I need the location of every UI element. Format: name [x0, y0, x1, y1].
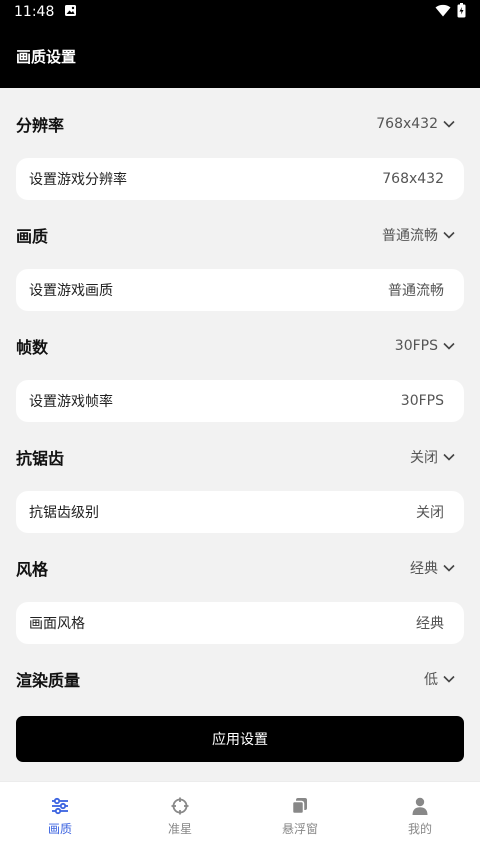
style-card-label: 画面风格	[29, 616, 85, 632]
crosshair-icon	[171, 797, 189, 815]
apply-settings-button[interactable]: 应用设置	[16, 716, 464, 762]
status-bar: 11:48	[0, 0, 480, 24]
image-notification-icon	[64, 4, 77, 21]
nav-item-crosshair[interactable]: 准星	[120, 782, 240, 853]
resolution-card-value: 768x432	[382, 171, 444, 187]
nav-label-crosshair: 准星	[167, 822, 192, 836]
framerate-dropdown[interactable]: 30FPS	[395, 338, 456, 354]
render-quality-value: 低	[424, 672, 438, 688]
resolution-dropdown[interactable]: 768x432	[376, 116, 456, 132]
render-quality-dropdown[interactable]: 低	[424, 669, 456, 689]
antialiasing-card-label: 抗锯齿级别	[29, 505, 99, 521]
antialiasing-title: 抗锯齿	[16, 449, 65, 468]
nav-item-mine[interactable]: 我的	[360, 782, 480, 853]
chevron-down-icon	[443, 453, 455, 461]
antialiasing-dropdown[interactable]: 关闭	[410, 447, 456, 467]
settings-content: 分辨率 768x432 设置游戏分辨率 768x432 画质 普通流畅 设置游戏…	[0, 88, 480, 781]
quality-title: 画质	[16, 227, 49, 246]
chevron-down-icon	[443, 120, 455, 128]
quality-card[interactable]: 设置游戏画质 普通流畅	[16, 269, 464, 311]
framerate-title: 帧数	[16, 338, 49, 357]
quality-section-header[interactable]: 画质 普通流畅	[0, 207, 480, 263]
antialiasing-value: 关闭	[410, 450, 438, 466]
chevron-down-icon	[443, 564, 455, 572]
framerate-section-header[interactable]: 帧数 30FPS	[0, 318, 480, 374]
style-value: 经典	[410, 561, 438, 577]
framerate-card[interactable]: 设置游戏帧率 30FPS	[16, 380, 464, 422]
style-dropdown[interactable]: 经典	[410, 558, 456, 578]
nav-item-floating-window[interactable]: 悬浮窗	[240, 782, 360, 853]
quality-value: 普通流畅	[382, 228, 438, 244]
status-time: 11:48	[14, 4, 55, 20]
resolution-card[interactable]: 设置游戏分辨率 768x432	[16, 158, 464, 200]
chevron-down-icon	[443, 342, 455, 350]
framerate-card-value: 30FPS	[400, 393, 444, 409]
bottom-nav: 画质 准星 悬浮窗 我的	[0, 781, 480, 853]
style-card[interactable]: 画面风格 经典	[16, 602, 464, 644]
chevron-down-icon	[443, 675, 455, 683]
render-quality-title: 渲染质量	[16, 671, 81, 690]
quality-dropdown[interactable]: 普通流畅	[382, 225, 456, 245]
style-section-header[interactable]: 风格 经典	[0, 540, 480, 596]
wifi-icon	[435, 4, 451, 21]
resolution-value: 768x432	[376, 116, 438, 132]
nav-label-floating-window: 悬浮窗	[281, 822, 318, 836]
battery-icon	[457, 2, 466, 22]
page-title: 画质设置	[16, 47, 77, 66]
antialiasing-section-header[interactable]: 抗锯齿 关闭	[0, 429, 480, 485]
framerate-card-label: 设置游戏帧率	[29, 394, 113, 410]
top-bar: 画质设置	[0, 24, 480, 88]
resolution-section-header[interactable]: 分辨率 768x432	[0, 96, 480, 152]
nav-label-mine: 我的	[407, 822, 432, 836]
nav-item-quality[interactable]: 画质	[0, 782, 120, 853]
nav-label-quality: 画质	[47, 822, 72, 836]
antialiasing-card[interactable]: 抗锯齿级别 关闭	[16, 491, 464, 533]
style-title: 风格	[16, 560, 49, 579]
antialiasing-card-value: 关闭	[416, 505, 444, 521]
quality-card-label: 设置游戏画质	[29, 283, 113, 299]
framerate-value: 30FPS	[394, 338, 438, 354]
sliders-icon	[52, 797, 68, 815]
chevron-down-icon	[443, 231, 455, 239]
quality-card-value: 普通流畅	[388, 283, 444, 299]
resolution-title: 分辨率	[16, 116, 65, 135]
render-quality-section-header[interactable]: 渲染质量 低	[0, 651, 480, 707]
person-icon	[412, 797, 428, 815]
resolution-card-label: 设置游戏分辨率	[29, 172, 127, 188]
style-card-value: 经典	[416, 616, 444, 632]
floating-window-icon	[291, 798, 307, 815]
